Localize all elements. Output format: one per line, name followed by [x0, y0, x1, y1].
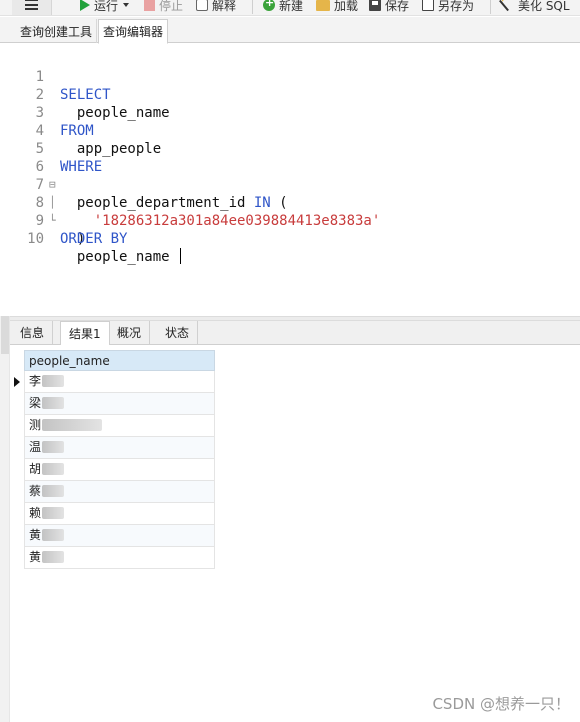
tab-label: 查询编辑器	[103, 25, 164, 39]
tab-overview[interactable]: 概况	[109, 321, 151, 344]
code-line: 6 ⊟ people_department_id IN (	[10, 140, 580, 211]
redacted-mask	[42, 551, 65, 563]
code-line: 5 WHERE	[10, 122, 580, 175]
save-button[interactable]: 保存	[369, 0, 409, 14]
play-icon	[80, 0, 90, 11]
save-icon	[369, 0, 381, 11]
code-line: 7 │ '18286312a301a84ee039884413e8383a'	[10, 158, 580, 229]
new-label: 新建	[279, 0, 304, 13]
tab-query-editor[interactable]: 查询编辑器	[98, 19, 169, 44]
hamburger-icon	[25, 0, 38, 10]
run-button[interactable]: 运行	[80, 0, 130, 14]
line-number: 10	[27, 231, 44, 247]
tab-label: 查询创建工具	[20, 24, 93, 39]
editor-tab-bar: 查询创建工具 查询编辑器	[0, 17, 580, 44]
table-cell[interactable]: 梁	[29, 396, 41, 410]
code-line: 2 people_name	[10, 68, 580, 121]
table-row[interactable]: 梁	[24, 393, 215, 415]
tab-query-builder[interactable]: 查询创建工具	[16, 19, 98, 43]
explain-icon	[196, 0, 208, 11]
table-row[interactable]: 李	[14, 371, 215, 393]
code-line: 10 people_name	[10, 212, 580, 265]
explain-button[interactable]: 解释	[196, 0, 236, 14]
table-cell[interactable]: 黄	[29, 550, 41, 564]
toolbar-divider	[252, 0, 253, 14]
table-cell[interactable]: 测	[29, 418, 41, 432]
tab-label: 信息	[20, 326, 45, 340]
code-line: 3 FROM	[10, 86, 580, 139]
run-label: 运行	[94, 0, 119, 13]
main-toolbar: 运行 停止 解释 新建 加载 保存 另存为 美化 SQL	[0, 0, 580, 16]
load-label: 加载	[334, 0, 359, 13]
redacted-mask	[42, 463, 65, 475]
explain-label: 解释	[212, 0, 237, 13]
result-tab-bar: 信息 结果1 概况 状态	[10, 321, 580, 345]
tab-result-1[interactable]: 结果1	[60, 321, 110, 345]
table-cell[interactable]: 赖	[29, 506, 41, 520]
redacted-mask	[42, 441, 65, 453]
redacted-mask	[42, 397, 65, 409]
new-button[interactable]: 新建	[263, 0, 303, 14]
sql-editor[interactable]: 1 SELECT 2 people_name 3 FROM 4 app_peop…	[0, 44, 580, 316]
redacted-mask	[42, 375, 65, 387]
table-row[interactable]: 赖	[24, 503, 215, 525]
column-header-people-name[interactable]: people_name	[24, 350, 215, 371]
code-line: 4 app_people	[10, 104, 580, 157]
code-line: 1 SELECT	[10, 50, 580, 103]
tab-info[interactable]: 信息	[12, 321, 54, 344]
table-row[interactable]: 温	[24, 437, 215, 459]
result-grid[interactable]: people_name 李 梁 测 温 胡 蔡 赖 黄 黄	[14, 350, 215, 569]
table-cell[interactable]: 黄	[29, 528, 41, 542]
text-caret	[180, 248, 182, 264]
table-row[interactable]: 蔡	[24, 481, 215, 503]
watermark: CSDN @想养一只！	[432, 695, 570, 713]
stop-icon	[144, 0, 155, 11]
save-label: 保存	[385, 0, 410, 13]
toolbar-divider	[490, 0, 491, 14]
table-row[interactable]: 黄	[24, 547, 215, 569]
save-as-button[interactable]: 另存为	[422, 0, 474, 14]
redacted-mask	[42, 485, 65, 497]
tab-label: 概况	[117, 326, 142, 340]
tab-status[interactable]: 状态	[157, 321, 199, 344]
redacted-mask	[42, 419, 103, 431]
table-cell[interactable]: 蔡	[29, 484, 41, 498]
sql-keyword: ORDER BY	[60, 231, 128, 247]
stop-button[interactable]: 停止	[144, 0, 183, 14]
table-row[interactable]: 测	[24, 415, 215, 437]
save-as-label: 另存为	[438, 0, 475, 13]
table-row[interactable]: 黄	[24, 525, 215, 547]
new-icon	[263, 0, 275, 11]
table-cell[interactable]: 李	[29, 374, 41, 388]
chevron-down-icon[interactable]	[123, 3, 130, 7]
beautify-sql-button[interactable]: 美化 SQL	[499, 0, 570, 14]
table-cell[interactable]: 温	[29, 440, 41, 454]
table-row[interactable]: 胡	[24, 459, 215, 481]
beautify-sql-label: 美化 SQL	[518, 0, 570, 13]
redacted-mask	[42, 529, 65, 541]
tab-label: 结果1	[69, 327, 101, 341]
result-panel: people_name 李 梁 测 温 胡 蔡 赖 黄 黄	[10, 346, 580, 722]
stop-label: 停止	[159, 0, 184, 13]
redacted-mask	[42, 507, 65, 519]
code-line: 8 └ )	[10, 176, 580, 247]
magic-wand-icon	[499, 0, 514, 11]
sql-identifier: people_name	[60, 249, 179, 265]
save-as-icon	[422, 0, 434, 11]
code-line: 9 ORDER BY	[10, 194, 580, 247]
current-row-icon	[14, 377, 20, 387]
load-button[interactable]: 加载	[316, 0, 358, 14]
tab-label: 状态	[165, 326, 190, 340]
table-cell[interactable]: 胡	[29, 462, 41, 476]
menu-button[interactable]	[12, 0, 52, 15]
folder-icon	[316, 0, 330, 11]
